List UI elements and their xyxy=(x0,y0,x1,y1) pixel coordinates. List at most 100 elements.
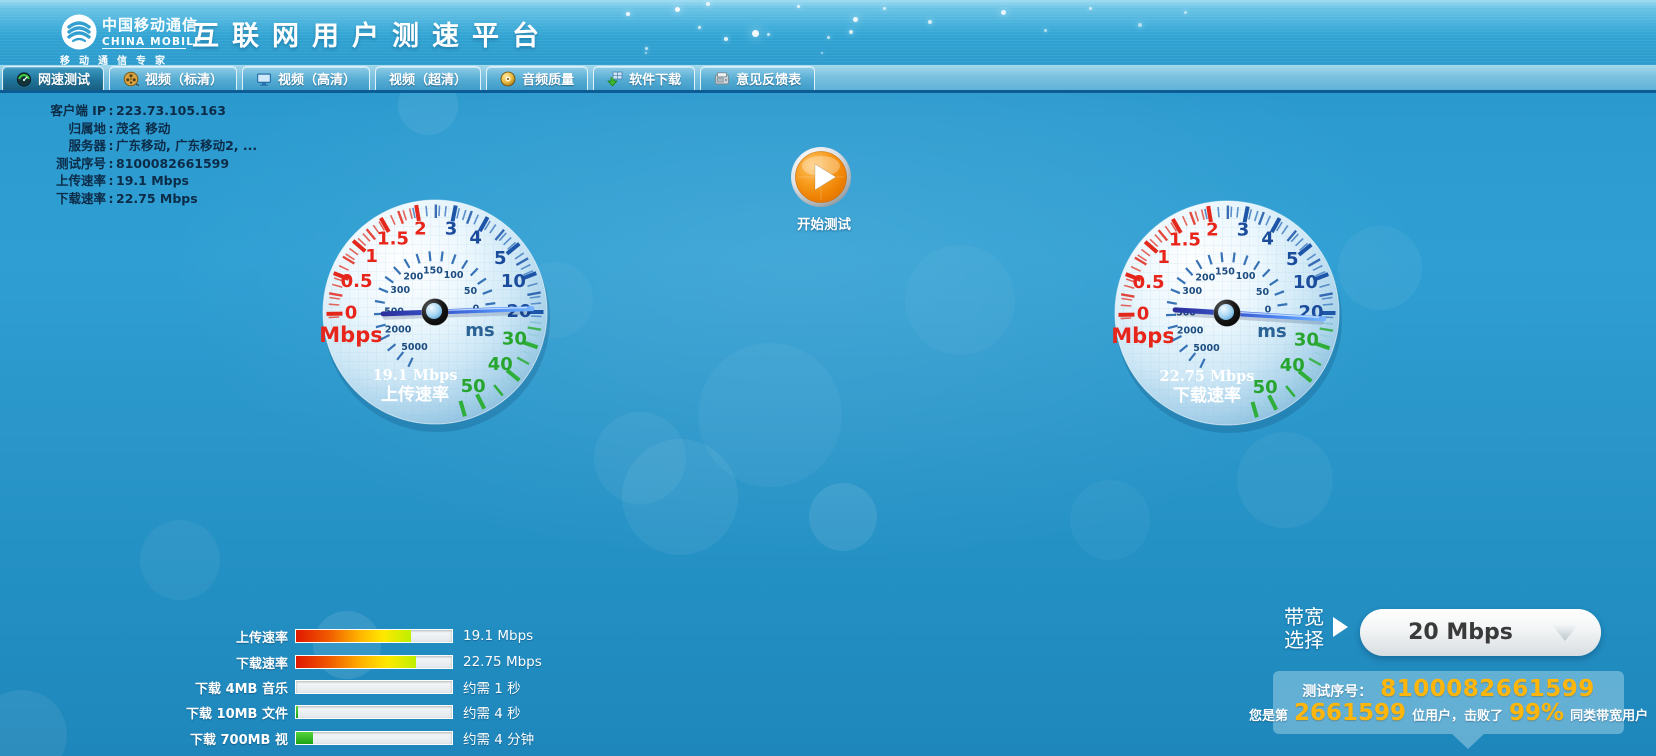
bar-fill xyxy=(296,630,411,642)
svg-text:1.5: 1.5 xyxy=(1169,229,1201,250)
start-test-button[interactable]: 开始测试 xyxy=(754,143,894,239)
rank-number: 2661599 xyxy=(1294,700,1406,726)
svg-text:10: 10 xyxy=(501,271,526,292)
speed-gauge-icon xyxy=(16,71,32,87)
svg-text:19.1 Mbps: 19.1 Mbps xyxy=(373,367,458,384)
sparkle-dot xyxy=(767,33,770,36)
svg-text:ms: ms xyxy=(465,320,494,341)
tab-视频（高清）[interactable]: 视频（高清） xyxy=(242,66,370,90)
bar-value: 约需 4 分钟 xyxy=(463,728,534,748)
sparkle-dot xyxy=(698,26,701,29)
svg-text:3: 3 xyxy=(1237,220,1250,241)
sparkle-dot xyxy=(752,30,759,37)
sparkle-dot xyxy=(853,17,858,22)
info-colon: : xyxy=(106,190,116,208)
svg-text:0.5: 0.5 xyxy=(341,271,373,292)
info-value: 8100082661599 xyxy=(116,155,257,173)
sparkle-dot xyxy=(706,2,710,6)
info-colon: : xyxy=(106,137,116,155)
bar-label: 下载速率 xyxy=(176,653,288,672)
bar-track xyxy=(295,731,453,745)
sparkle-dot xyxy=(883,7,886,10)
tab-音频质量[interactable]: 音频质量 xyxy=(486,66,588,90)
bar-value: 约需 4 秒 xyxy=(463,702,521,722)
tab-视频（超清）[interactable]: 视频（超清） xyxy=(375,66,481,90)
svg-text:5: 5 xyxy=(1286,249,1299,270)
bar-track xyxy=(295,629,453,643)
brand-name-cn: 中国移动通信 xyxy=(102,14,190,35)
china-mobile-logo-icon xyxy=(60,13,98,51)
bokeh-circle xyxy=(809,483,877,551)
client-info-row: 服务器:广东移动, 广东移动2, ... xyxy=(18,137,257,155)
bar-value: 19.1 Mbps xyxy=(463,628,533,644)
svg-text:50: 50 xyxy=(1256,287,1270,298)
serial-label: 测试序号： xyxy=(1302,681,1372,701)
sparkle-dot xyxy=(645,47,648,50)
tab-视频（标清）[interactable]: 视频（标清） xyxy=(109,66,237,90)
sparkle-dot xyxy=(928,20,932,24)
client-info-row: 测试序号:8100082661599 xyxy=(18,155,257,173)
film-reel-icon xyxy=(123,71,139,87)
bandwidth-label-line2: 选择 xyxy=(1284,629,1324,652)
svg-text:1.5: 1.5 xyxy=(377,228,409,249)
sparkle-dot xyxy=(1138,23,1142,27)
sparkle-dot xyxy=(626,12,630,16)
svg-text:1: 1 xyxy=(1157,247,1170,268)
bandwidth-dropdown[interactable]: 20 Mbps xyxy=(1360,609,1601,656)
svg-text:2: 2 xyxy=(414,218,427,239)
bokeh-circle xyxy=(0,690,67,756)
bandwidth-select-label: 带宽 选择 xyxy=(1284,606,1324,652)
rank-percent: 99% xyxy=(1509,700,1564,726)
tab-网速测试[interactable]: 网速测试 xyxy=(2,66,104,90)
info-value: 22.75 Mbps xyxy=(116,190,257,208)
sparkle-dot xyxy=(645,52,647,54)
svg-text:上传速率: 上传速率 xyxy=(381,384,449,405)
sparkle-dot xyxy=(1184,11,1187,14)
sparkle-dot xyxy=(797,5,800,8)
app-header: 中国移动通信 CHINA MOBILE 移动通信专家 互联网用户测速平台 xyxy=(0,0,1656,65)
tab-软件下载[interactable]: 软件下载 xyxy=(593,66,695,90)
sparkle-dot xyxy=(675,7,680,12)
bar-fill xyxy=(296,656,416,668)
sparkle-dot xyxy=(724,37,728,41)
page-title: 互联网用户测速平台 xyxy=(192,14,552,53)
svg-text:10: 10 xyxy=(1293,272,1318,293)
tab-label: 网速测试 xyxy=(38,69,90,88)
svg-text:5000: 5000 xyxy=(401,342,428,353)
svg-text:2: 2 xyxy=(1206,219,1219,240)
info-colon: : xyxy=(106,102,116,120)
panel-tail xyxy=(1452,734,1484,749)
brand-divider xyxy=(102,48,186,49)
svg-text:2000: 2000 xyxy=(1177,326,1204,337)
estimate-row: 下载速率 22.75 Mbps xyxy=(176,654,542,670)
tab-意见反馈表[interactable]: 意见反馈表 xyxy=(700,66,815,90)
info-value: 广东移动, 广东移动2, ... xyxy=(116,137,257,155)
brand-text: 中国移动通信 CHINA MOBILE xyxy=(102,14,190,48)
chevron-down-icon[interactable] xyxy=(1551,623,1579,643)
info-label: 下载速率 xyxy=(18,190,106,208)
info-value: 223.73.105.163 xyxy=(116,102,257,120)
sparkle-dot xyxy=(821,52,823,54)
svg-text:300: 300 xyxy=(390,285,410,296)
bar-track xyxy=(295,655,453,669)
estimate-row: 下载 4MB 音乐约需 1 秒 xyxy=(176,679,521,695)
svg-text:50: 50 xyxy=(461,376,486,397)
estimate-row: 下载 10MB 文件约需 4 秒 xyxy=(176,704,521,720)
start-test-label: 开始测试 xyxy=(754,213,894,233)
sparkle-dot xyxy=(849,30,853,34)
info-colon: : xyxy=(106,155,116,173)
serial-value: 8100082661599 xyxy=(1380,676,1595,702)
tab-label: 视频（超清） xyxy=(389,69,467,88)
sparkle-dot xyxy=(1089,7,1092,10)
tab-label: 视频（标清） xyxy=(145,69,223,88)
svg-text:4: 4 xyxy=(469,228,482,249)
download-icon xyxy=(607,71,623,87)
result-panel: 测试序号： 8100082661599 您是第 2661599 位用户，击败了 … xyxy=(1273,671,1624,734)
bar-value: 22.75 Mbps xyxy=(463,654,542,670)
play-icon xyxy=(789,145,853,209)
tab-label: 意见反馈表 xyxy=(736,69,801,88)
bar-fill xyxy=(296,706,298,718)
bokeh-circle xyxy=(622,439,738,555)
rank-prefix: 您是第 xyxy=(1249,705,1288,724)
client-info-row: 客户端 IP:223.73.105.163 xyxy=(18,102,257,120)
